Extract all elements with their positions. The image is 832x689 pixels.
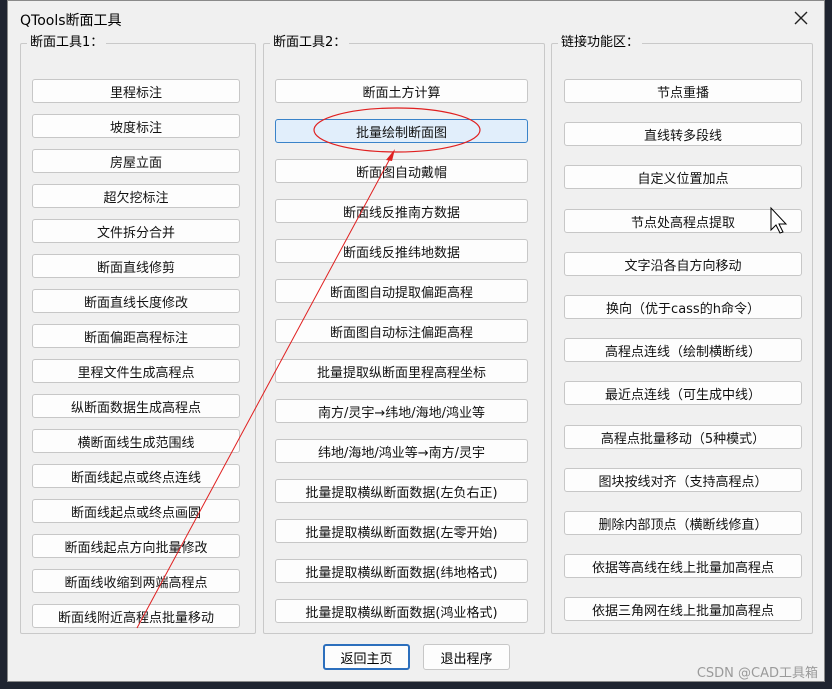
g1-button-1[interactable]: 里程标注 xyxy=(32,79,240,103)
g3-button-8[interactable]: 最近点连线（可生成中线） xyxy=(564,381,802,405)
g1-button-6[interactable]: 断面直线修剪 xyxy=(32,254,240,278)
g2-button-12[interactable]: 批量提取横纵断面数据(左零开始) xyxy=(275,519,528,543)
g3-button-2[interactable]: 直线转多段线 xyxy=(564,122,802,146)
window-title: QTools断面工具 xyxy=(20,13,122,29)
g3-button-4[interactable]: 节点处高程点提取 xyxy=(564,209,802,233)
g2-button-5[interactable]: 断面线反推纬地数据 xyxy=(275,239,528,263)
g2-button-9[interactable]: 南方/灵宇→纬地/海地/鸿业等 xyxy=(275,399,528,423)
g1-button-13[interactable]: 断面线起点或终点画圆 xyxy=(32,499,240,523)
g1-button-15[interactable]: 断面线收缩到两端高程点 xyxy=(32,569,240,593)
g2-button-13[interactable]: 批量提取横纵断面数据(纬地格式) xyxy=(275,559,528,583)
g3-button-9[interactable]: 高程点批量移动（5种模式） xyxy=(564,425,802,449)
g3-button-1[interactable]: 节点重播 xyxy=(564,79,802,103)
g1-button-10[interactable]: 纵断面数据生成高程点 xyxy=(32,394,240,418)
title-bar[interactable]: QTools断面工具 xyxy=(8,1,824,37)
g1-button-5[interactable]: 文件拆分合并 xyxy=(32,219,240,243)
g1-button-14[interactable]: 断面线起点方向批量修改 xyxy=(32,534,240,558)
g1-button-9[interactable]: 里程文件生成高程点 xyxy=(32,359,240,383)
g1-button-11[interactable]: 横断面线生成范围线 xyxy=(32,429,240,453)
exit-program-button[interactable]: 退出程序 xyxy=(423,644,510,670)
g3-button-7[interactable]: 高程点连线（绘制横断线） xyxy=(564,338,802,362)
g1-button-2[interactable]: 坡度标注 xyxy=(32,114,240,138)
g2-button-6[interactable]: 断面图自动提取偏距高程 xyxy=(275,279,528,303)
g1-button-16[interactable]: 断面线附近高程点批量移动 xyxy=(32,604,240,628)
back-home-button[interactable]: 返回主页 xyxy=(323,644,410,670)
g1-button-12[interactable]: 断面线起点或终点连线 xyxy=(32,464,240,488)
g2-button-1[interactable]: 断面土方计算 xyxy=(275,79,528,103)
g3-button-10[interactable]: 图块按线对齐（支持高程点） xyxy=(564,468,802,492)
g3-button-5[interactable]: 文字沿各自方向移动 xyxy=(564,252,802,276)
group-title: 断面工具2： xyxy=(270,34,350,52)
g2-button-4[interactable]: 断面线反推南方数据 xyxy=(275,199,528,223)
g2-button-8[interactable]: 批量提取纵断面里程高程坐标 xyxy=(275,359,528,383)
g1-button-7[interactable]: 断面直线长度修改 xyxy=(32,289,240,313)
g1-button-3[interactable]: 房屋立面 xyxy=(32,149,240,173)
g3-button-11[interactable]: 删除内部顶点（横断线修直） xyxy=(564,511,802,535)
watermark: CSDN @CAD工具箱 xyxy=(696,666,818,681)
g2-button-7[interactable]: 断面图自动标注偏距高程 xyxy=(275,319,528,343)
group-title: 链接功能区： xyxy=(558,34,643,52)
g3-button-3[interactable]: 自定义位置加点 xyxy=(564,165,802,189)
main-window: QTools断面工具 断面工具1： 断面工具2： 链接功能区： 返回主页 退出程… xyxy=(7,0,825,682)
g2-button-2[interactable]: 批量绘制断面图 xyxy=(275,119,528,143)
close-icon[interactable] xyxy=(792,9,810,27)
g2-button-10[interactable]: 纬地/海地/鸿业等→南方/灵宇 xyxy=(275,439,528,463)
g1-button-4[interactable]: 超欠挖标注 xyxy=(32,184,240,208)
g1-button-8[interactable]: 断面偏距高程标注 xyxy=(32,324,240,348)
g3-button-6[interactable]: 换向（优于cass的h命令） xyxy=(564,295,802,319)
g2-button-3[interactable]: 断面图自动戴帽 xyxy=(275,159,528,183)
g2-button-14[interactable]: 批量提取横纵断面数据(鸿业格式) xyxy=(275,599,528,623)
g3-button-12[interactable]: 依据等高线在线上批量加高程点 xyxy=(564,554,802,578)
group-title: 断面工具1： xyxy=(27,34,107,52)
g3-button-13[interactable]: 依据三角网在线上批量加高程点 xyxy=(564,597,802,621)
g2-button-11[interactable]: 批量提取横纵断面数据(左负右正) xyxy=(275,479,528,503)
